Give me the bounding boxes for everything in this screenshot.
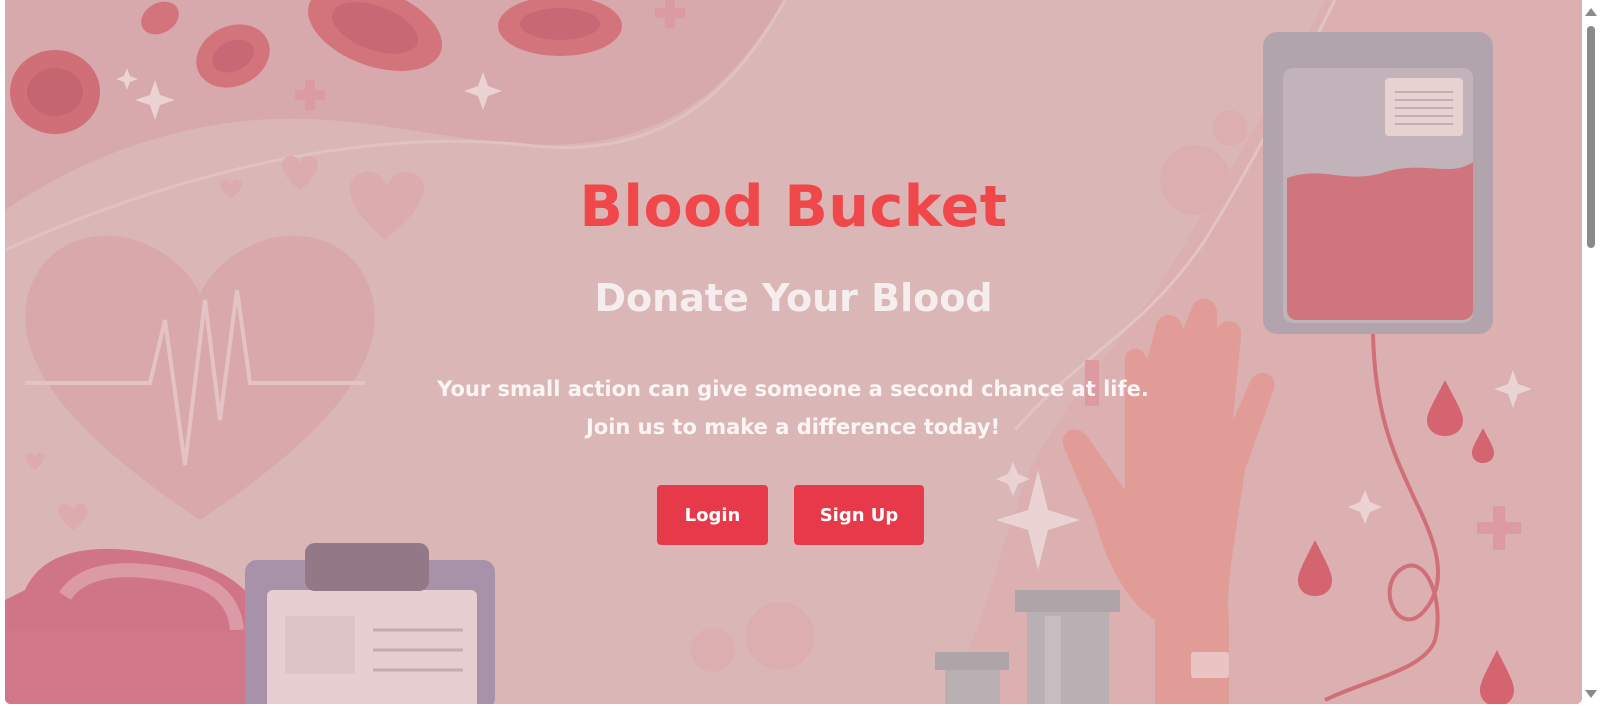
signup-button[interactable]: Sign Up <box>794 485 924 545</box>
auth-buttons: Login Sign Up <box>5 485 1582 545</box>
scroll-thumb[interactable] <box>1587 26 1595 248</box>
login-button[interactable]: Login <box>657 485 768 545</box>
scroll-up-arrow-icon[interactable] <box>1585 8 1597 16</box>
site-title: Blood Bucket <box>579 174 1008 240</box>
hero-subtitle: Donate Your Blood <box>594 276 993 320</box>
hero-tagline: Your small action can give someone a sec… <box>437 377 1149 439</box>
vertical-scrollbar[interactable] <box>1582 0 1600 706</box>
hero-section: Blood Bucket Donate Your Blood Your smal… <box>5 0 1582 704</box>
scroll-down-arrow-icon[interactable] <box>1585 690 1597 698</box>
page-viewport: Blood Bucket Donate Your Blood Your smal… <box>5 0 1582 704</box>
